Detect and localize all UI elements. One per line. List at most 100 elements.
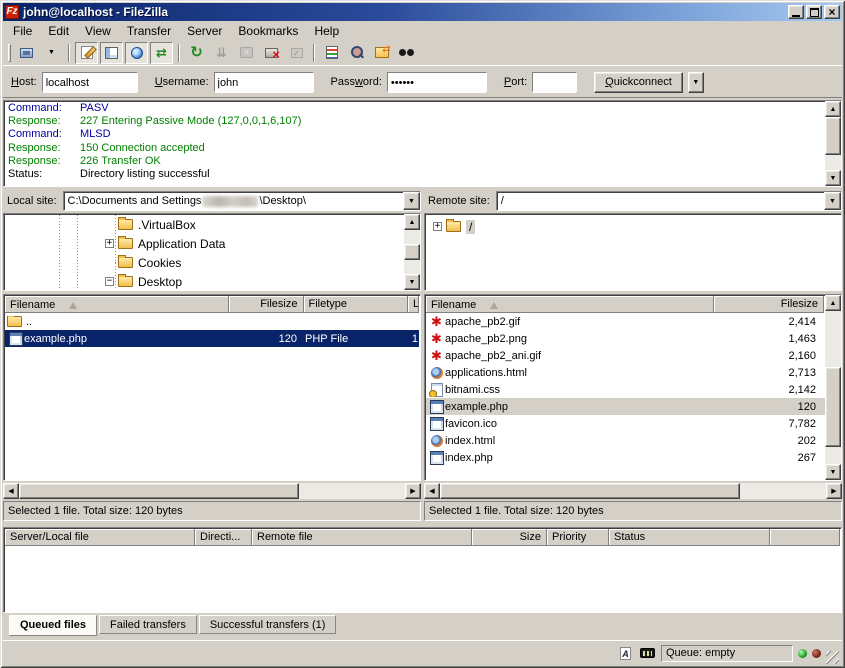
file-row-example-php[interactable]: example.php 120 PHP File 1 <box>5 330 419 347</box>
tab-queued-files[interactable]: Queued files <box>9 615 97 636</box>
expand-icon[interactable]: + <box>105 239 114 248</box>
tree-item-root[interactable]: + / <box>433 217 475 236</box>
refresh-button[interactable]: ↻ <box>185 42 208 64</box>
password-input[interactable] <box>388 73 486 93</box>
toggle-message-log-button[interactable] <box>75 42 98 64</box>
scroll-right-button[interactable]: ▶ <box>405 483 421 499</box>
remote-site-dropdown-button[interactable]: ▼ <box>824 192 841 210</box>
column-header-filesize[interactable]: Filesize <box>229 296 304 313</box>
menu-edit[interactable]: Edit <box>40 22 77 40</box>
scrollbar-thumb[interactable] <box>825 117 841 155</box>
site-manager-button[interactable] <box>15 42 38 64</box>
toggle-queue-button[interactable]: ⇄ <box>150 42 173 64</box>
scroll-down-button[interactable]: ▼ <box>825 170 841 186</box>
toggle-local-tree-button[interactable] <box>100 42 123 64</box>
file-row[interactable]: index.php 267 <box>426 449 840 466</box>
menu-bookmarks[interactable]: Bookmarks <box>230 22 306 40</box>
menu-help[interactable]: Help <box>306 22 347 40</box>
column-header-direction[interactable]: Directi... <box>195 529 252 546</box>
file-row[interactable]: bitnami.css 2,142 <box>426 381 840 398</box>
toolbar-grip[interactable] <box>8 44 11 62</box>
column-header-server-local-file[interactable]: Server/Local file <box>5 529 195 546</box>
directory-comparison-button[interactable] <box>345 42 368 64</box>
sort-ascending-icon <box>69 302 77 309</box>
close-button[interactable]: × <box>824 5 840 19</box>
remote-list-scrollbar[interactable]: ▲ ▼ <box>825 295 841 480</box>
column-header-filesize[interactable]: Filesize <box>714 296 824 313</box>
column-header-filetype[interactable]: Filetype <box>304 296 409 313</box>
reconnect-button[interactable]: ✓ <box>285 42 308 64</box>
quickconnect-button[interactable]: Quickconnect <box>594 72 683 93</box>
resize-grip[interactable] <box>826 651 839 664</box>
menu-transfer[interactable]: Transfer <box>119 22 179 40</box>
toggle-remote-tree-button[interactable] <box>125 42 148 64</box>
file-row[interactable]: applications.html 2,713 <box>426 364 840 381</box>
remote-site-combobox[interactable]: / ▼ <box>496 191 842 211</box>
log-line: Response:150 Connection accepted <box>6 142 823 155</box>
menu-server[interactable]: Server <box>179 22 230 40</box>
minimize-button[interactable] <box>788 5 804 19</box>
column-header-last-modified[interactable]: L <box>408 296 419 313</box>
tree-item-virtualbox[interactable]: .VirtualBox <box>105 215 196 234</box>
local-site-dropdown-button[interactable]: ▼ <box>403 192 420 210</box>
process-queue-button[interactable]: ⇊ <box>210 42 233 64</box>
file-row[interactable]: apache_pb2.png 1,463 <box>426 330 840 347</box>
tab-failed-transfers[interactable]: Failed transfers <box>99 615 197 634</box>
maximize-button[interactable] <box>806 5 822 19</box>
speed-limit-button[interactable] <box>639 645 656 661</box>
remote-horizontal-scrollbar[interactable]: ◀ ▶ <box>424 483 842 499</box>
column-header-remote-file[interactable]: Remote file <box>252 529 472 546</box>
scroll-left-button[interactable]: ◀ <box>424 483 440 499</box>
local-site-combobox[interactable]: C:\Documents and Settings\Desktop\ ▼ <box>63 191 421 211</box>
remote-pane: Remote site: / ▼ + / Filename <box>424 191 842 523</box>
port-input[interactable] <box>533 73 576 93</box>
collapse-icon[interactable]: − <box>105 277 114 286</box>
local-tree-scrollbar[interactable]: ▲ ▼ <box>404 214 420 290</box>
quickconnect-dropdown-button[interactable]: ▼ <box>688 72 704 93</box>
cancel-button[interactable]: × <box>235 42 258 64</box>
username-input[interactable] <box>215 73 313 93</box>
scrollbar-thumb[interactable] <box>825 367 841 447</box>
expand-icon[interactable]: + <box>433 222 442 231</box>
file-row-selected[interactable]: example.php 120 <box>426 398 840 415</box>
column-header-filename[interactable]: Filename <box>5 296 229 313</box>
column-header-priority[interactable]: Priority <box>547 529 609 546</box>
file-row[interactable]: index.html 202 <box>426 432 840 449</box>
host-input[interactable] <box>43 73 137 93</box>
scroll-down-button[interactable]: ▼ <box>404 274 420 290</box>
scrollbar-thumb[interactable] <box>19 483 299 499</box>
filezilla-app-icon[interactable]: Fz <box>5 5 19 19</box>
file-row[interactable]: apache_pb2.gif 2,414 <box>426 313 840 330</box>
menu-file[interactable]: File <box>5 22 40 40</box>
scroll-up-button[interactable]: ▲ <box>825 295 841 311</box>
scroll-right-button[interactable]: ▶ <box>826 483 842 499</box>
local-list-header: Filename Filesize Filetype L <box>5 296 419 313</box>
site-manager-dropdown-button[interactable]: ▼ <box>40 42 63 64</box>
find-files-button[interactable] <box>395 42 418 64</box>
log-vertical-scrollbar[interactable]: ▲ ▼ <box>825 101 841 186</box>
scroll-up-button[interactable]: ▲ <box>404 214 420 230</box>
port-label: Port: <box>504 76 527 88</box>
directory-filters-button[interactable] <box>320 42 343 64</box>
datatype-indicator-button[interactable]: A <box>617 645 634 661</box>
menu-view[interactable]: View <box>77 22 119 40</box>
column-header-size[interactable]: Size <box>472 529 547 546</box>
scrollbar-thumb[interactable] <box>404 244 420 260</box>
message-log-icon <box>81 46 93 59</box>
file-row[interactable]: favicon.ico 7,782 <box>426 415 840 432</box>
file-row[interactable]: apache_pb2_ani.gif 2,160 <box>426 347 840 364</box>
local-horizontal-scrollbar[interactable]: ◀ ▶ <box>3 483 421 499</box>
disconnect-button[interactable] <box>260 42 283 64</box>
scroll-left-button[interactable]: ◀ <box>3 483 19 499</box>
tree-item-application-data[interactable]: + Application Data <box>105 234 225 253</box>
tree-item-desktop[interactable]: − Desktop <box>105 272 182 291</box>
scroll-down-button[interactable]: ▼ <box>825 464 841 480</box>
file-row-parent-dir[interactable]: .. <box>5 313 419 330</box>
tab-successful-transfers[interactable]: Successful transfers (1) <box>199 615 337 634</box>
scrollbar-thumb[interactable] <box>440 483 740 499</box>
synchronized-browsing-button[interactable] <box>370 42 393 64</box>
column-header-filename[interactable]: Filename <box>426 296 714 313</box>
scroll-up-button[interactable]: ▲ <box>825 101 841 117</box>
column-header-status[interactable]: Status <box>609 529 770 546</box>
tree-item-cookies[interactable]: Cookies <box>105 253 181 272</box>
